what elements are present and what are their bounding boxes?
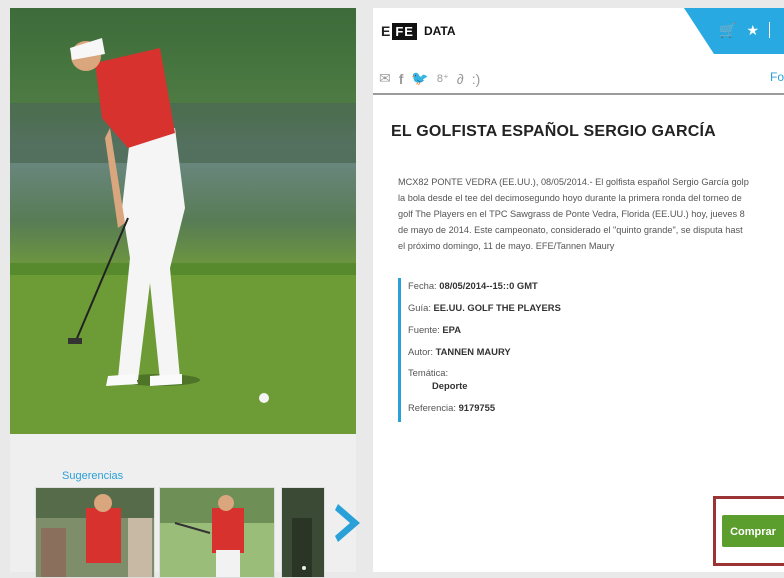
metadata-list: Fecha: 08/05/2014--15::0 GMT Guía: EE.UU… xyxy=(398,278,708,422)
meta-tematica: Temática: Deporte xyxy=(408,366,708,400)
suggestions-label: Sugerencias xyxy=(62,470,124,482)
caption-line: MCX82 PONTE VEDRA (EE.UU.), 08/05/2014.-… xyxy=(398,177,749,187)
next-suggestions-arrow-icon[interactable] xyxy=(330,498,370,548)
caption-line: golf The Players en el TPC Sawgrass de P… xyxy=(398,209,745,219)
buy-button[interactable]: Comprar xyxy=(722,515,784,547)
caption-line: de mayo de 2014. Este campeonato, consid… xyxy=(398,225,743,235)
detail-panel: E FE DATA 🛒 ★ ✉ f 🐦 8⁺ ∂ :) Fo EL GOLFIS… xyxy=(373,8,784,572)
divider xyxy=(373,93,784,95)
efe-data-logo[interactable]: E FE DATA xyxy=(381,21,456,41)
google-plus-icon[interactable]: 8⁺ xyxy=(437,72,449,85)
meta-value: EE.UU. GOLF THE PLAYERS xyxy=(433,302,561,313)
buy-highlight: Comprar xyxy=(713,496,784,566)
share-bar: ✉ f 🐦 8⁺ ∂ :) xyxy=(379,70,480,87)
meta-label: Temática: xyxy=(408,367,449,378)
star-icon[interactable]: ★ xyxy=(746,22,759,39)
twitter-icon[interactable]: 🐦 xyxy=(411,70,428,87)
meta-autor: Autor: TANNEN MAURY xyxy=(408,344,708,366)
meta-label: Referencia: xyxy=(408,402,456,413)
meta-label: Guía: xyxy=(408,302,431,313)
smiley-icon[interactable]: :) xyxy=(472,71,481,87)
left-panel: Sugerencias xyxy=(10,8,356,578)
main-photo[interactable] xyxy=(10,8,356,434)
suggestion-thumb[interactable] xyxy=(35,487,155,578)
meta-value: TANNEN MAURY xyxy=(435,346,511,357)
logo-data: DATA xyxy=(423,24,456,38)
meta-referencia: Referencia: 9179755 xyxy=(408,400,708,422)
fo-link[interactable]: Fo xyxy=(770,70,784,84)
article-caption: MCX82 PONTE VEDRA (EE.UU.), 08/05/2014.-… xyxy=(398,174,784,254)
caption-line: el próximo domingo, 11 de mayo. EFE/Tann… xyxy=(398,241,615,251)
caption-line: la bola desde el tee del decimosegundo h… xyxy=(398,193,742,203)
header: E FE DATA 🛒 ★ xyxy=(373,8,784,64)
meta-guia: Guía: EE.UU. GOLF THE PLAYERS xyxy=(408,300,708,322)
suggestion-thumb[interactable] xyxy=(159,487,275,578)
facebook-icon[interactable]: f xyxy=(399,71,404,87)
logo-box: FE xyxy=(392,22,417,40)
topbar-accent: 🛒 ★ xyxy=(684,8,784,54)
meta-label: Autor: xyxy=(408,346,434,357)
meta-value: EPA xyxy=(442,324,461,335)
article-title: EL GOLFISTA ESPAÑOL SERGIO GARCÍA xyxy=(391,123,716,140)
logo-prefix: E xyxy=(381,23,391,39)
meta-value: 08/05/2014--15::0 GMT xyxy=(439,280,538,291)
cart-remove-icon[interactable]: 🛒 xyxy=(719,22,736,39)
meta-value: 9179755 xyxy=(458,402,496,413)
link-icon[interactable]: ∂ xyxy=(457,71,464,87)
meta-fecha: Fecha: 08/05/2014--15::0 GMT xyxy=(408,278,708,300)
mail-icon[interactable]: ✉ xyxy=(379,70,391,87)
meta-value: Deporte xyxy=(432,380,468,391)
meta-fuente: Fuente: EPA xyxy=(408,322,708,344)
meta-label: Fuente: xyxy=(408,324,440,335)
separator xyxy=(769,22,770,38)
suggestion-thumb[interactable] xyxy=(281,487,325,578)
meta-label: Fecha: xyxy=(408,280,437,291)
